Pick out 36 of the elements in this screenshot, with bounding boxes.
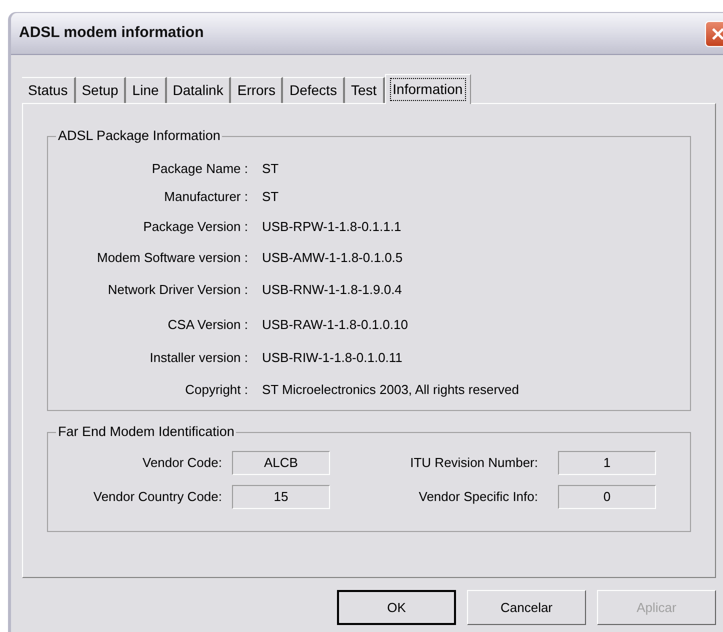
field-value: USB-RAW-1-1.8-0.1.0.10 xyxy=(262,316,408,334)
tab[interactable]: Errors xyxy=(231,77,284,103)
close-icon xyxy=(711,26,723,40)
field-value: ST xyxy=(262,160,279,178)
readonly-field: 0 xyxy=(558,485,656,509)
readonly-field: 1 xyxy=(558,451,656,475)
field-value: USB-RNW-1-1.8-1.9.0.4 xyxy=(262,281,402,300)
field-value: USB-RPW-1-1.8-0.1.1.1 xyxy=(262,218,402,236)
field-value: USB-AMW-1-1.8-0.1.0.5 xyxy=(262,249,403,268)
tab[interactable]: Setup xyxy=(76,77,126,103)
field-value: ST Microelectronics 2003, All rights reserved xyxy=(262,381,519,400)
field-label: Vendor Code: xyxy=(141,454,222,472)
tab[interactable]: Datalink xyxy=(166,77,232,103)
tab[interactable]: Line xyxy=(126,77,167,103)
window-title: ADSL modem information xyxy=(19,23,204,44)
dialog-button[interactable]: Cancelar xyxy=(467,590,586,625)
readonly-field: ALCB xyxy=(232,451,330,475)
readonly-field: 15 xyxy=(232,485,330,509)
field-label: CSA Version : xyxy=(166,316,248,334)
field-label: ITU Revision Number: xyxy=(409,454,538,472)
field-label: Network Driver Version : xyxy=(106,281,248,300)
field-label: Package Version : xyxy=(142,218,248,236)
field-label: Copyright : xyxy=(184,381,248,400)
field-label: Manufacturer : xyxy=(163,188,248,206)
field-value: ST xyxy=(262,188,279,206)
tab[interactable]: Defects xyxy=(283,77,345,103)
tab[interactable]: Information xyxy=(384,74,471,104)
field-label: Vendor Specific Info: xyxy=(418,488,538,506)
dialog-button[interactable]: OK xyxy=(337,590,456,625)
field-label: Package Name : xyxy=(150,160,248,178)
field-value: USB-RIW-1-1.8-0.1.0.11 xyxy=(262,349,402,368)
field-label: Vendor Country Code: xyxy=(92,488,222,506)
field-label: Installer version : xyxy=(148,349,248,368)
field-label: Modem Software version : xyxy=(96,249,248,268)
tab[interactable]: Status xyxy=(22,77,76,103)
group-title: ADSL Package Information xyxy=(56,128,222,144)
